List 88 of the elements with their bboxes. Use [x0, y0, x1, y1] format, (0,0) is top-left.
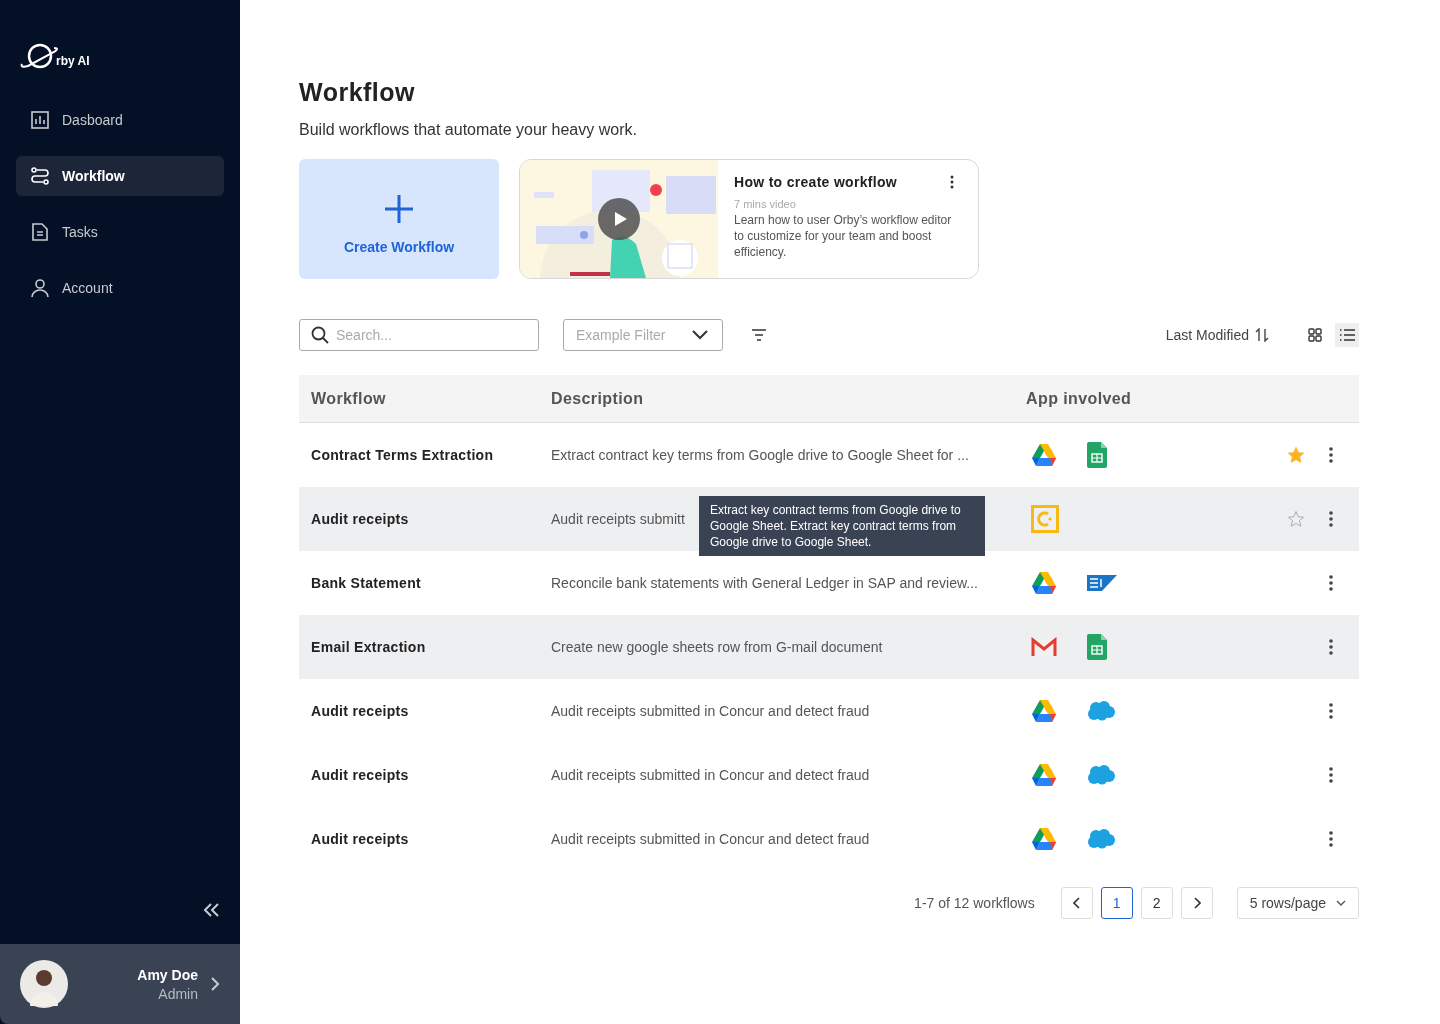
page-button[interactable]: 2	[1140, 887, 1173, 919]
list-view-button[interactable]	[1335, 323, 1359, 347]
more-icon[interactable]	[1329, 767, 1333, 783]
grid-icon	[1308, 328, 1322, 342]
workflow-icon	[30, 166, 50, 186]
more-icon[interactable]	[1329, 703, 1333, 719]
chevron-left-icon	[1072, 897, 1081, 909]
table-row[interactable]: Audit receipts Audit receipts submitted in Concur and detect fraud	[299, 743, 1359, 807]
sidebar-item[interactable]: Tasks	[16, 212, 224, 252]
video-duration: 7 mins video	[734, 198, 797, 210]
drive-icon	[1031, 700, 1057, 722]
workflow-name: Email Extraction	[310, 639, 427, 655]
chevron-right-icon	[1192, 897, 1201, 909]
sidebar-item[interactable]: Dasboard	[16, 100, 224, 140]
workflow-name: Audit receipts	[310, 831, 410, 847]
workflow-name: Audit receipts	[310, 703, 410, 719]
filled-star-icon[interactable]	[1287, 446, 1305, 464]
column-header: App involved	[1025, 389, 1133, 408]
sidebar-item[interactable]: Account	[16, 268, 224, 308]
workflow-description: Audit receipts submitted in Concur and detect fraud	[551, 767, 870, 783]
more-icon[interactable]	[1329, 447, 1333, 463]
more-icon[interactable]	[1329, 575, 1333, 591]
workflow-description: Audit receipts submitt	[551, 511, 685, 527]
more-icon[interactable]	[1329, 831, 1333, 847]
previous-page-button[interactable]	[1060, 887, 1093, 919]
chevron-down-icon	[692, 330, 708, 340]
avatar	[20, 960, 68, 1008]
workflow-name: Audit receipts	[310, 511, 410, 527]
sidebar-item[interactable]: Workflow	[16, 156, 224, 196]
workflow-name: Bank Statement	[310, 575, 422, 591]
plus-icon	[383, 192, 415, 225]
table-row[interactable]: Contract Terms Extraction Extract contract key terms from Google drive to Google Sheet for ...	[299, 423, 1359, 487]
pagination-summary: 1-7 of 12 workflows	[914, 895, 1035, 911]
cloud-icon	[1087, 701, 1115, 721]
page-button[interactable]: 1	[1100, 887, 1133, 919]
page-title: Workflow	[299, 78, 417, 107]
list-icon	[1339, 328, 1355, 342]
workflow-name: Contract Terms Extraction	[310, 447, 495, 463]
user-role: Admin	[158, 985, 198, 1002]
workflow-description: Reconcile bank statements with General Ledger in SAP and review...	[551, 575, 978, 591]
search-field[interactable]: Search...	[299, 319, 539, 351]
table-row[interactable]: Audit receipts Audit receipts submitted in Concur and detect fraud	[299, 807, 1359, 871]
spreadsheet-icon	[1087, 634, 1107, 660]
chart-icon	[30, 110, 50, 130]
more-icon[interactable]	[950, 175, 954, 189]
sap-logo-icon	[1087, 575, 1117, 591]
page-size-dropdown[interactable]: 5 rows/page	[1236, 887, 1359, 919]
drive-icon	[1031, 828, 1057, 850]
play-icon	[613, 211, 628, 227]
more-icon[interactable]	[1329, 639, 1333, 655]
drive-icon	[1031, 764, 1057, 786]
c-logo-icon	[1031, 505, 1059, 533]
page-subtitle: Build workflows that automate your heavy work.	[299, 121, 638, 139]
column-header: Workflow	[310, 389, 387, 408]
create-workflow-button[interactable]: Create Workflow	[299, 159, 499, 279]
collapse-icon[interactable]	[202, 902, 220, 918]
user-icon	[30, 278, 50, 298]
next-page-button[interactable]	[1180, 887, 1213, 919]
filter-icon[interactable]	[751, 329, 767, 341]
spreadsheet-icon	[1087, 442, 1107, 468]
user-name: Amy Doe	[137, 966, 198, 983]
table-row[interactable]: Email Extraction Create new google sheets row from G-mail document	[299, 615, 1359, 679]
video-title: How to create workflow	[734, 174, 897, 190]
drive-icon	[1031, 572, 1057, 594]
logo-text: rby AI	[56, 54, 90, 68]
workflow-description: Audit receipts submitted in Concur and detect fraud	[551, 831, 870, 847]
user-panel[interactable]: Amy Doe Admin	[0, 944, 240, 1024]
workflow-name: Audit receipts	[310, 767, 410, 783]
drive-icon	[1031, 444, 1057, 466]
video-card[interactable]: How to create workflow 7 mins video Learn how to user Orby’s workflow editor to customize for your team and boost efficiency.	[519, 159, 979, 279]
workflow-description: Audit receipts submitted in Concur and detect fraud	[551, 703, 870, 719]
chevron-right-icon	[210, 976, 220, 992]
tooltip: Extract key contract terms from Google drive to Google Sheet. Extract key contract terms from Google drive to Google Sheet.	[699, 496, 985, 556]
cloud-icon	[1087, 765, 1115, 785]
sort-icon	[1255, 328, 1269, 342]
video-description: Learn how to user Orby’s workflow editor to customize for your team and boost efficiency.	[734, 212, 953, 260]
more-icon[interactable]	[1329, 511, 1333, 527]
document-icon	[30, 222, 50, 242]
column-header: Description	[551, 389, 645, 408]
workflow-description: Extract contract key terms from Google drive to Google Sheet for ...	[551, 447, 969, 463]
sort-button[interactable]: Last Modified	[1159, 326, 1275, 344]
mail-icon	[1031, 637, 1057, 657]
cloud-icon	[1087, 829, 1115, 849]
workflow-description: Create new google sheets row from G-mail document	[551, 639, 883, 655]
search-icon	[311, 326, 329, 344]
star-icon[interactable]	[1287, 510, 1305, 528]
table-row[interactable]: Audit receipts Audit receipts submitted in Concur and detect fraud	[299, 679, 1359, 743]
chevron-down-icon	[1336, 900, 1346, 906]
